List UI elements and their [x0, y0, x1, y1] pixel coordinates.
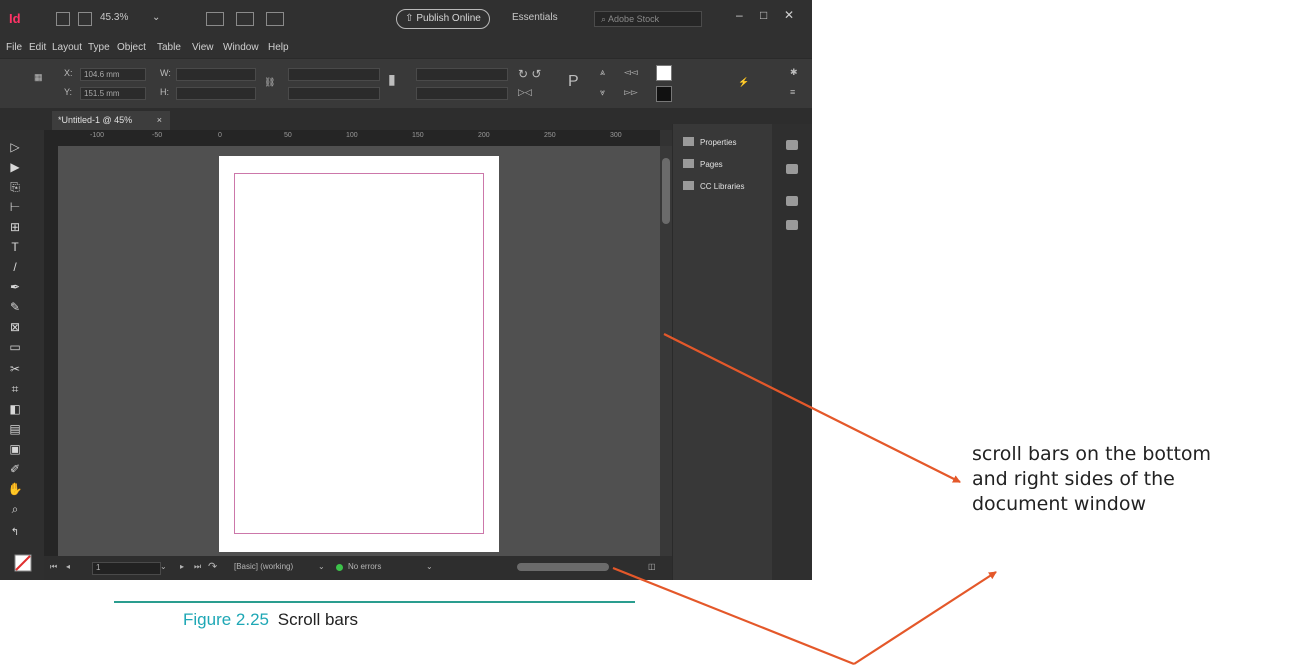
caption-rule	[114, 601, 635, 603]
annotation-line: document window	[972, 493, 1146, 515]
figure-number: Figure 2.25	[183, 610, 269, 629]
callout-annotation: scroll bars on the bottom and right side…	[972, 442, 1292, 517]
arrow-to-horizontal-scrollbar	[612, 566, 855, 666]
figure-caption: Figure 2.25 Scroll bars	[183, 610, 358, 630]
annotation-line: and right sides of the	[972, 468, 1175, 490]
annotation-line: scroll bars on the bottom	[972, 443, 1212, 465]
arrow-to-vertical-scrollbar	[663, 333, 961, 483]
arrow-to-annotation	[853, 571, 997, 665]
figure-title: Scroll bars	[277, 610, 359, 629]
callout-arrows	[612, 333, 997, 666]
